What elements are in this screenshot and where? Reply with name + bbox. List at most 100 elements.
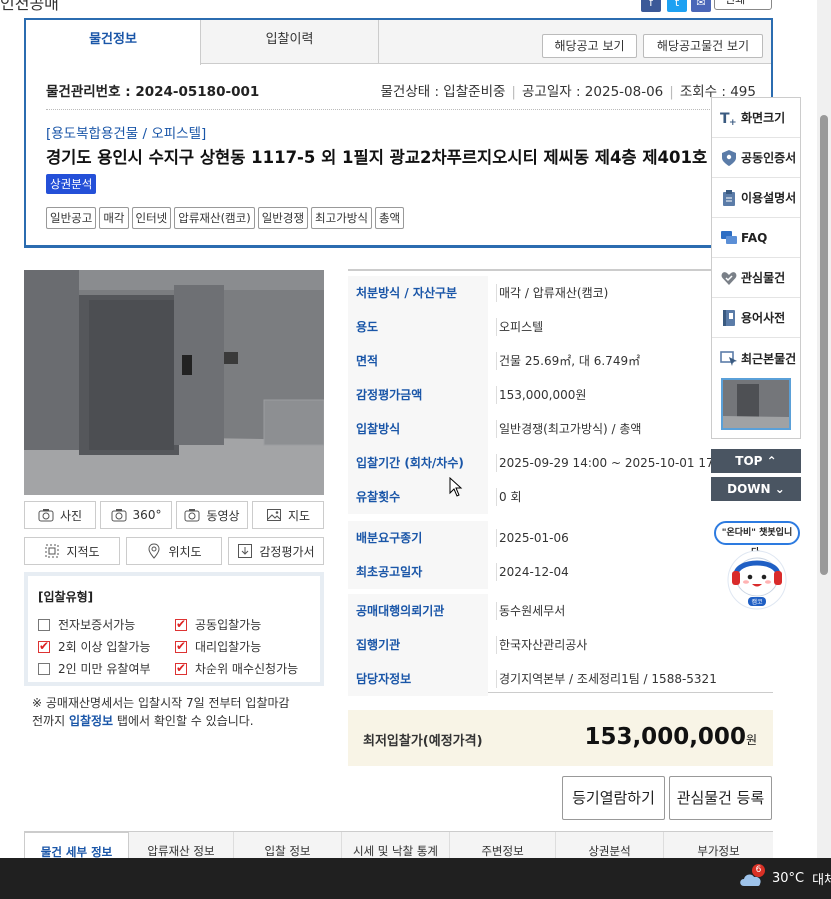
view-announcement-items-button[interactable]: 해당공고물건 보기 xyxy=(643,34,763,58)
tab-bid-history[interactable]: 입찰이력 xyxy=(201,20,379,64)
quick-manual[interactable]: 이용설명서 xyxy=(712,178,800,218)
quick-certificate[interactable]: 공동인증서 xyxy=(712,138,800,178)
item-status: 물건상태 : 입찰준비중 xyxy=(380,84,506,100)
checkbox-e-guarantee[interactable]: 전자보증서가능 xyxy=(38,616,135,633)
checkbox-joint-bid[interactable]: 공동입찰가능 xyxy=(175,616,261,633)
location-pin-icon xyxy=(148,543,160,559)
recent-thumbnail-image xyxy=(723,380,789,428)
checkbox-second-bidder[interactable]: 차순위 매수신청가능 xyxy=(175,660,298,677)
expand-icon xyxy=(45,544,59,558)
checkbox-unchecked[interactable] xyxy=(38,662,50,675)
appraisal-label: 감정평가서 xyxy=(259,544,315,559)
map-label: 지도 xyxy=(287,508,311,523)
detail-row: 집행기관 한국자산관리공사 xyxy=(348,628,773,662)
view360-label: 360° xyxy=(132,508,162,522)
checkbox-checked[interactable] xyxy=(38,639,50,653)
print-button[interactable]: 인쇄 xyxy=(714,0,772,10)
item-info-box: 물건정보 입찰이력 해당공고 보기 해당공고물건 보기 물건관리번호 : 202… xyxy=(24,18,773,248)
detail-row: 용도 오피스텔 xyxy=(348,310,773,344)
quick-glossary[interactable]: 용어사전 xyxy=(712,298,800,338)
recent-item-thumbnail[interactable] xyxy=(721,378,791,430)
location-map-button[interactable]: 위치도 xyxy=(126,537,222,565)
item-address: 경기도 용인시 수지구 상현동 1117-5 외 1필지 광교2차푸르지오시티 … xyxy=(46,148,708,167)
camera-icon xyxy=(111,509,127,522)
checkbox-proxy-bid[interactable]: 대리입찰가능 xyxy=(175,638,261,655)
quick-recent[interactable]: 최근본물건 xyxy=(712,338,800,378)
bid-type-box: [입찰유형] 전자보증서가능 공동입찰가능 2회 이상 입찰가능 대리입찰가능 … xyxy=(24,572,324,686)
cadastral-map-button[interactable]: 지적도 xyxy=(24,537,120,565)
weather-widget[interactable]: 6 30°C 대체 xyxy=(738,864,831,888)
detail-value: 건물 25.69㎡, 대 6.749㎡ xyxy=(496,352,640,370)
quick-faq[interactable]: FAQ xyxy=(712,218,800,258)
scroll-top-button[interactable]: TOP ⌃ xyxy=(711,449,801,473)
quick-screen-size[interactable]: T + 화면크기 xyxy=(712,98,800,138)
appraisal-download-button[interactable]: 감정평가서 xyxy=(228,537,324,565)
management-row: 물건관리번호 : 2024-05180-001 물건상태 : 입찰준비중 | 공고일… xyxy=(46,80,756,100)
page-scrollbar[interactable] xyxy=(817,0,831,858)
camera-icon xyxy=(184,509,200,522)
bid-info-link[interactable]: 입찰정보 xyxy=(69,714,113,728)
quick-label: 공동인증서 xyxy=(741,151,797,165)
quick-label: 최근본물건 xyxy=(741,351,797,366)
tag: 매각 xyxy=(99,207,129,229)
door-photo-illustration xyxy=(24,270,324,495)
detail-value: 일반경쟁(최고가방식) / 총액 xyxy=(496,420,641,438)
detail-label: 면적 xyxy=(348,344,488,378)
quick-favorites[interactable]: 관심물건 xyxy=(712,258,800,298)
detail-value: 오피스텔 xyxy=(496,318,543,336)
scrollbar-thumb[interactable] xyxy=(820,115,828,575)
detail-label: 감정평가금액 xyxy=(348,378,488,412)
detail-label: 배분요구종기 xyxy=(348,521,488,555)
tag: 일반경쟁 xyxy=(257,207,309,229)
video-button[interactable]: 동영상 xyxy=(176,501,248,529)
notice-date: 공고일자 : 2025-08-06 xyxy=(521,84,664,100)
market-analysis-badge[interactable]: 상권분석 xyxy=(46,174,97,194)
checkbox-label: 차순위 매수신청가능 xyxy=(195,662,299,676)
text-size-icon: T + xyxy=(720,111,737,127)
video-label: 동영상 xyxy=(206,508,240,523)
chevron-up-icon: ⌃ xyxy=(766,454,777,468)
detail-label: 최초공고일자 xyxy=(348,555,488,589)
checkbox-checked[interactable] xyxy=(175,639,187,653)
detail-value: 동수원세무서 xyxy=(496,602,565,620)
checkbox-label: 2인 미만 유찰여부 xyxy=(58,662,151,676)
detail-row: 입찰방식 일반경쟁(최고가방식) / 총액 xyxy=(348,412,773,446)
quick-label: 화면크기 xyxy=(741,111,786,125)
shield-icon xyxy=(722,149,736,166)
chatbot-button[interactable]: 캠코 xyxy=(726,549,788,611)
tab-item-info[interactable]: 물건정보 xyxy=(26,20,201,65)
checkbox-under-two[interactable]: 2인 미만 유찰여부 xyxy=(38,660,151,677)
view360-button[interactable]: 360° xyxy=(100,501,172,529)
detail-row: 담당자정보 경기지역본부 / 조세정리1팀 / 1588-5321 xyxy=(348,662,773,696)
detail-label: 입찰기간 (회차/차수) xyxy=(348,446,488,480)
notification-badge: 6 xyxy=(752,864,765,877)
scroll-down-button[interactable]: DOWN ⌄ xyxy=(711,477,801,501)
view-announcement-button[interactable]: 해당공고 보기 xyxy=(542,34,637,58)
checkbox-multiple-bid[interactable]: 2회 이상 입찰가능 xyxy=(38,638,151,655)
detail-label: 유찰횟수 xyxy=(348,480,488,514)
detail-label: 집행기관 xyxy=(348,628,488,662)
property-photo[interactable] xyxy=(24,270,324,495)
add-favorite-button[interactable]: 관심물건 등록 xyxy=(669,776,772,820)
checkbox-checked[interactable] xyxy=(175,617,187,631)
quick-label: 용어사전 xyxy=(741,311,786,325)
photo-button[interactable]: 사진 xyxy=(24,501,96,529)
note-prefix: 전까지 xyxy=(32,714,69,728)
facebook-share-icon[interactable]: f xyxy=(641,0,661,12)
detail-row: 공매대행의뢰기관 동수원세무서 xyxy=(348,594,773,628)
item-meta: 물건상태 : 입찰준비중 | 공고일자 : 2025-08-06 | 조회수 : 495 xyxy=(380,84,757,100)
checkbox-unchecked[interactable] xyxy=(38,618,50,631)
top-strip: 인천공매 f t ✉ 인쇄 xyxy=(0,0,831,16)
twitter-share-icon[interactable]: t xyxy=(667,0,687,12)
map-button[interactable]: 지도 xyxy=(252,501,324,529)
spec-note: ※ 공매재산명세서는 입찰시작 7일 전부터 입찰마감 전까지 입찰정보 탭에서… xyxy=(32,694,332,730)
camera-icon xyxy=(38,509,54,522)
chatbot-bubble[interactable]: "온다비" 챗봇입니다. xyxy=(714,521,800,558)
minimum-bid-label: 최저입찰가(예정가격) xyxy=(363,734,483,749)
detail-label: 입찰방식 xyxy=(348,412,488,446)
detail-value: 2025-09-29 14:00 ~ 2025-10-01 17:00 xyxy=(496,454,733,472)
checkbox-checked[interactable] xyxy=(175,661,187,675)
location-label: 위치도 xyxy=(168,544,202,559)
email-share-icon[interactable]: ✉ xyxy=(691,0,711,12)
registry-view-button[interactable]: 등기열람하기 xyxy=(562,776,665,820)
